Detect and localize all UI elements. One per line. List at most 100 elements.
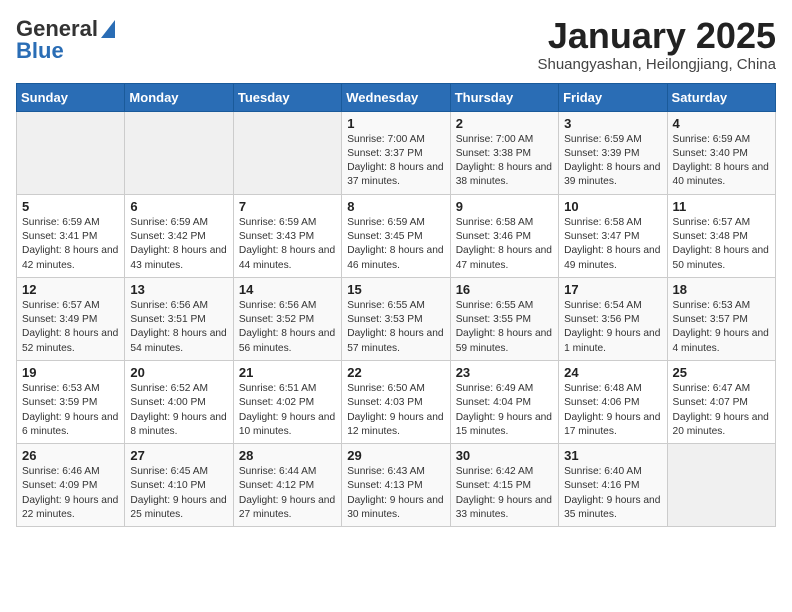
logo-icon <box>101 20 115 38</box>
header-cell-thursday: Thursday <box>450 83 558 111</box>
calendar-body: 1Sunrise: 7:00 AM Sunset: 3:37 PM Daylig… <box>17 111 776 527</box>
day-number: 4 <box>673 116 770 131</box>
day-number: 21 <box>239 365 336 380</box>
day-info: Sunrise: 6:59 AM Sunset: 3:42 PM Dayligh… <box>130 216 227 273</box>
day-number: 3 <box>564 116 661 131</box>
day-number: 12 <box>22 282 119 297</box>
day-number: 6 <box>130 199 227 214</box>
day-cell: 17 Sunrise: 6:54 AM Sunset: 3:56 PM Dayli… <box>559 277 667 360</box>
day-cell: 27Sunrise: 6:45 AM Sunset: 4:10 PM Dayli… <box>125 444 233 527</box>
day-number: 27 <box>130 448 227 463</box>
week-row-2: 5Sunrise: 6:59 AM Sunset: 3:41 PM Daylig… <box>17 194 776 277</box>
week-row-4: 19 Sunrise: 6:53 AM Sunset: 3:59 PM Dayli… <box>17 360 776 443</box>
day-info: Sunrise: 6:59 AM Sunset: 3:39 PM Dayligh… <box>564 133 661 190</box>
day-info: Sunrise: 6:51 AM Sunset: 4:02 PM Dayligh… <box>239 382 336 439</box>
day-info: Sunrise: 6:44 AM Sunset: 4:12 PM Dayligh… <box>239 465 336 522</box>
day-info: Sunrise: 6:40 AM Sunset: 4:16 PM Dayligh… <box>564 465 661 522</box>
day-cell: 4 Sunrise: 6:59 AM Sunset: 3:40 PM Daylig… <box>667 111 775 194</box>
day-info: Sunrise: 6:46 AM Sunset: 4:09 PM Dayligh… <box>22 465 119 522</box>
day-number: 20 <box>130 365 227 380</box>
day-number: 30 <box>456 448 553 463</box>
day-cell: 23 Sunrise: 6:49 AM Sunset: 4:04 PM Dayli… <box>450 360 558 443</box>
day-info: Sunrise: 6:43 AM Sunset: 4:13 PM Dayligh… <box>347 465 444 522</box>
day-info: Sunrise: 6:54 AM Sunset: 3:56 PM Dayligh… <box>564 299 661 356</box>
day-info: Sunrise: 6:49 AM Sunset: 4:04 PM Dayligh… <box>456 382 553 439</box>
page-header: General Blue January 2025 Shuangyashan, … <box>16 16 776 73</box>
day-number: 10 <box>564 199 661 214</box>
day-info: Sunrise: 6:56 AM Sunset: 3:52 PM Dayligh… <box>239 299 336 356</box>
header-cell-wednesday: Wednesday <box>342 83 450 111</box>
day-number: 31 <box>564 448 661 463</box>
day-cell: 16Sunrise: 6:55 AM Sunset: 3:55 PM Dayli… <box>450 277 558 360</box>
header-cell-sunday: Sunday <box>17 83 125 111</box>
day-cell: 22 Sunrise: 6:50 AM Sunset: 4:03 PM Dayli… <box>342 360 450 443</box>
header-cell-saturday: Saturday <box>667 83 775 111</box>
day-number: 9 <box>456 199 553 214</box>
day-info: Sunrise: 7:00 AM Sunset: 3:37 PM Dayligh… <box>347 133 444 190</box>
day-info: Sunrise: 6:42 AM Sunset: 4:15 PM Dayligh… <box>456 465 553 522</box>
day-cell: 18 Sunrise: 6:53 AM Sunset: 3:57 PM Dayli… <box>667 277 775 360</box>
day-cell: 21 Sunrise: 6:51 AM Sunset: 4:02 PM Dayli… <box>233 360 341 443</box>
day-number: 7 <box>239 199 336 214</box>
day-number: 18 <box>673 282 770 297</box>
header-row: SundayMondayTuesdayWednesdayThursdayFrid… <box>17 83 776 111</box>
day-cell: 5Sunrise: 6:59 AM Sunset: 3:41 PM Daylig… <box>17 194 125 277</box>
day-number: 26 <box>22 448 119 463</box>
day-info: Sunrise: 6:55 AM Sunset: 3:53 PM Dayligh… <box>347 299 444 356</box>
day-number: 25 <box>673 365 770 380</box>
day-number: 16 <box>456 282 553 297</box>
day-cell: 9Sunrise: 6:58 AM Sunset: 3:46 PM Daylig… <box>450 194 558 277</box>
day-number: 11 <box>673 199 770 214</box>
day-cell: 15 Sunrise: 6:55 AM Sunset: 3:53 PM Dayli… <box>342 277 450 360</box>
day-number: 2 <box>456 116 553 131</box>
day-info: Sunrise: 6:53 AM Sunset: 3:59 PM Dayligh… <box>22 382 119 439</box>
header-cell-friday: Friday <box>559 83 667 111</box>
day-number: 24 <box>564 365 661 380</box>
day-info: Sunrise: 6:56 AM Sunset: 3:51 PM Dayligh… <box>130 299 227 356</box>
day-info: Sunrise: 6:52 AM Sunset: 4:00 PM Dayligh… <box>130 382 227 439</box>
day-number: 14 <box>239 282 336 297</box>
day-info: Sunrise: 6:48 AM Sunset: 4:06 PM Dayligh… <box>564 382 661 439</box>
day-cell: 6 Sunrise: 6:59 AM Sunset: 3:42 PM Daylig… <box>125 194 233 277</box>
header-cell-monday: Monday <box>125 83 233 111</box>
day-cell: 24 Sunrise: 6:48 AM Sunset: 4:06 PM Dayli… <box>559 360 667 443</box>
calendar-header: SundayMondayTuesdayWednesdayThursdayFrid… <box>17 83 776 111</box>
day-info: Sunrise: 6:59 AM Sunset: 3:40 PM Dayligh… <box>673 133 770 190</box>
day-info: Sunrise: 6:57 AM Sunset: 3:48 PM Dayligh… <box>673 216 770 273</box>
day-cell: 31 Sunrise: 6:40 AM Sunset: 4:16 PM Dayli… <box>559 444 667 527</box>
day-cell: 1Sunrise: 7:00 AM Sunset: 3:37 PM Daylig… <box>342 111 450 194</box>
day-number: 23 <box>456 365 553 380</box>
day-number: 15 <box>347 282 444 297</box>
day-cell: 2 Sunrise: 7:00 AM Sunset: 3:38 PM Daylig… <box>450 111 558 194</box>
day-number: 29 <box>347 448 444 463</box>
logo: General Blue <box>16 16 115 64</box>
day-number: 13 <box>130 282 227 297</box>
day-cell <box>667 444 775 527</box>
day-cell: 26 Sunrise: 6:46 AM Sunset: 4:09 PM Dayli… <box>17 444 125 527</box>
day-number: 19 <box>22 365 119 380</box>
day-info: Sunrise: 6:59 AM Sunset: 3:45 PM Dayligh… <box>347 216 444 273</box>
day-number: 5 <box>22 199 119 214</box>
day-info: Sunrise: 6:58 AM Sunset: 3:47 PM Dayligh… <box>564 216 661 273</box>
day-cell: 20 Sunrise: 6:52 AM Sunset: 4:00 PM Dayli… <box>125 360 233 443</box>
day-number: 17 <box>564 282 661 297</box>
week-row-5: 26 Sunrise: 6:46 AM Sunset: 4:09 PM Dayli… <box>17 444 776 527</box>
day-cell: 12 Sunrise: 6:57 AM Sunset: 3:49 PM Dayli… <box>17 277 125 360</box>
calendar-title: January 2025 <box>537 16 776 56</box>
day-cell: 11 Sunrise: 6:57 AM Sunset: 3:48 PM Dayli… <box>667 194 775 277</box>
day-number: 22 <box>347 365 444 380</box>
day-info: Sunrise: 6:53 AM Sunset: 3:57 PM Dayligh… <box>673 299 770 356</box>
day-info: Sunrise: 6:50 AM Sunset: 4:03 PM Dayligh… <box>347 382 444 439</box>
logo-blue-text: Blue <box>16 38 64 64</box>
day-cell: 10 Sunrise: 6:58 AM Sunset: 3:47 PM Dayli… <box>559 194 667 277</box>
day-cell: 7Sunrise: 6:59 AM Sunset: 3:43 PM Daylig… <box>233 194 341 277</box>
day-cell: 13 Sunrise: 6:56 AM Sunset: 3:51 PM Dayli… <box>125 277 233 360</box>
day-number: 28 <box>239 448 336 463</box>
day-cell: 8 Sunrise: 6:59 AM Sunset: 3:45 PM Daylig… <box>342 194 450 277</box>
header-cell-tuesday: Tuesday <box>233 83 341 111</box>
day-cell: 19 Sunrise: 6:53 AM Sunset: 3:59 PM Dayli… <box>17 360 125 443</box>
day-cell <box>125 111 233 194</box>
day-info: Sunrise: 7:00 AM Sunset: 3:38 PM Dayligh… <box>456 133 553 190</box>
day-number: 8 <box>347 199 444 214</box>
day-info: Sunrise: 6:57 AM Sunset: 3:49 PM Dayligh… <box>22 299 119 356</box>
